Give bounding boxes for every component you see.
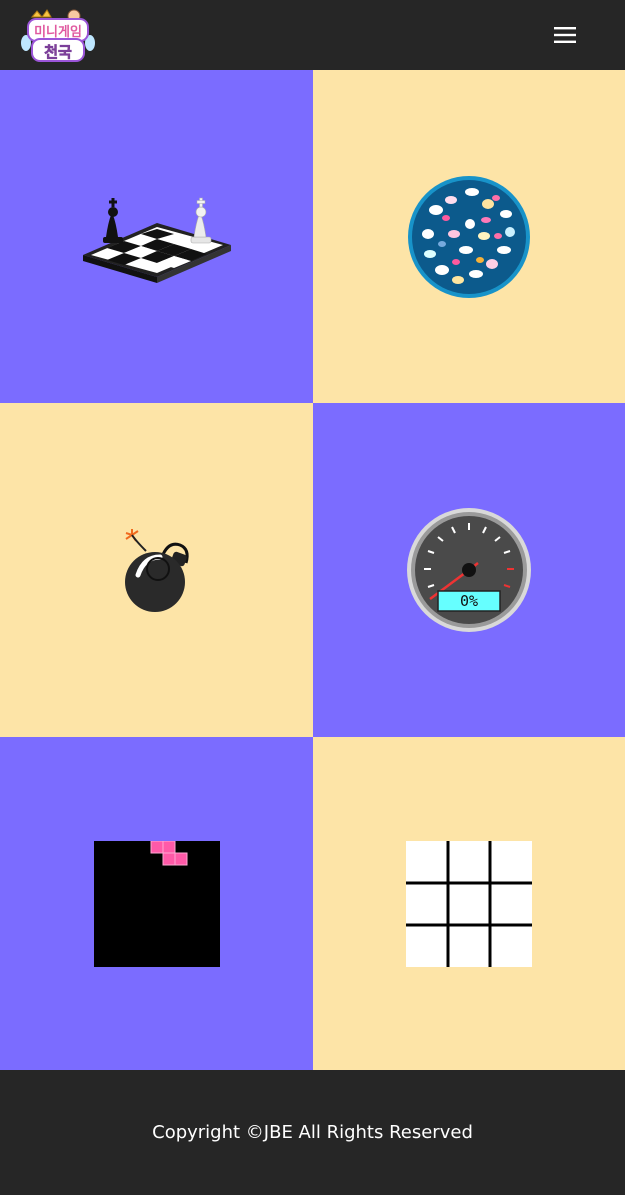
logo-line2: 천국 <box>44 43 72 61</box>
copyright-text: Copyright ©JBE All Rights Reserved <box>152 1122 473 1143</box>
game-grid: 0% <box>0 70 625 1070</box>
game-tile-speedometer[interactable]: 0% <box>313 403 625 737</box>
chess-icon <box>82 197 231 283</box>
game-tile-bomb[interactable] <box>0 403 313 737</box>
game-tile-tetris[interactable] <box>0 737 313 1070</box>
game-tile-lottery[interactable] <box>313 70 625 403</box>
speedometer-icon: 0% <box>407 508 531 632</box>
gauge-readout: 0% <box>460 592 478 610</box>
game-tile-tic-tac-toe[interactable] <box>313 737 625 1070</box>
logo-line1: 미니게임 <box>34 24 82 40</box>
lottery-ball-icon <box>408 175 530 298</box>
bomb-icon <box>124 529 189 612</box>
hamburger-menu-icon[interactable] <box>548 20 582 50</box>
footer: Copyright ©JBE All Rights Reserved <box>0 1070 625 1195</box>
game-tile-chess[interactable] <box>0 70 313 403</box>
site-logo[interactable]: 미니게임 천국 <box>18 5 98 65</box>
tetris-icon <box>93 840 220 967</box>
header: 미니게임 천국 <box>0 0 625 70</box>
tic-tac-toe-icon <box>406 840 532 967</box>
